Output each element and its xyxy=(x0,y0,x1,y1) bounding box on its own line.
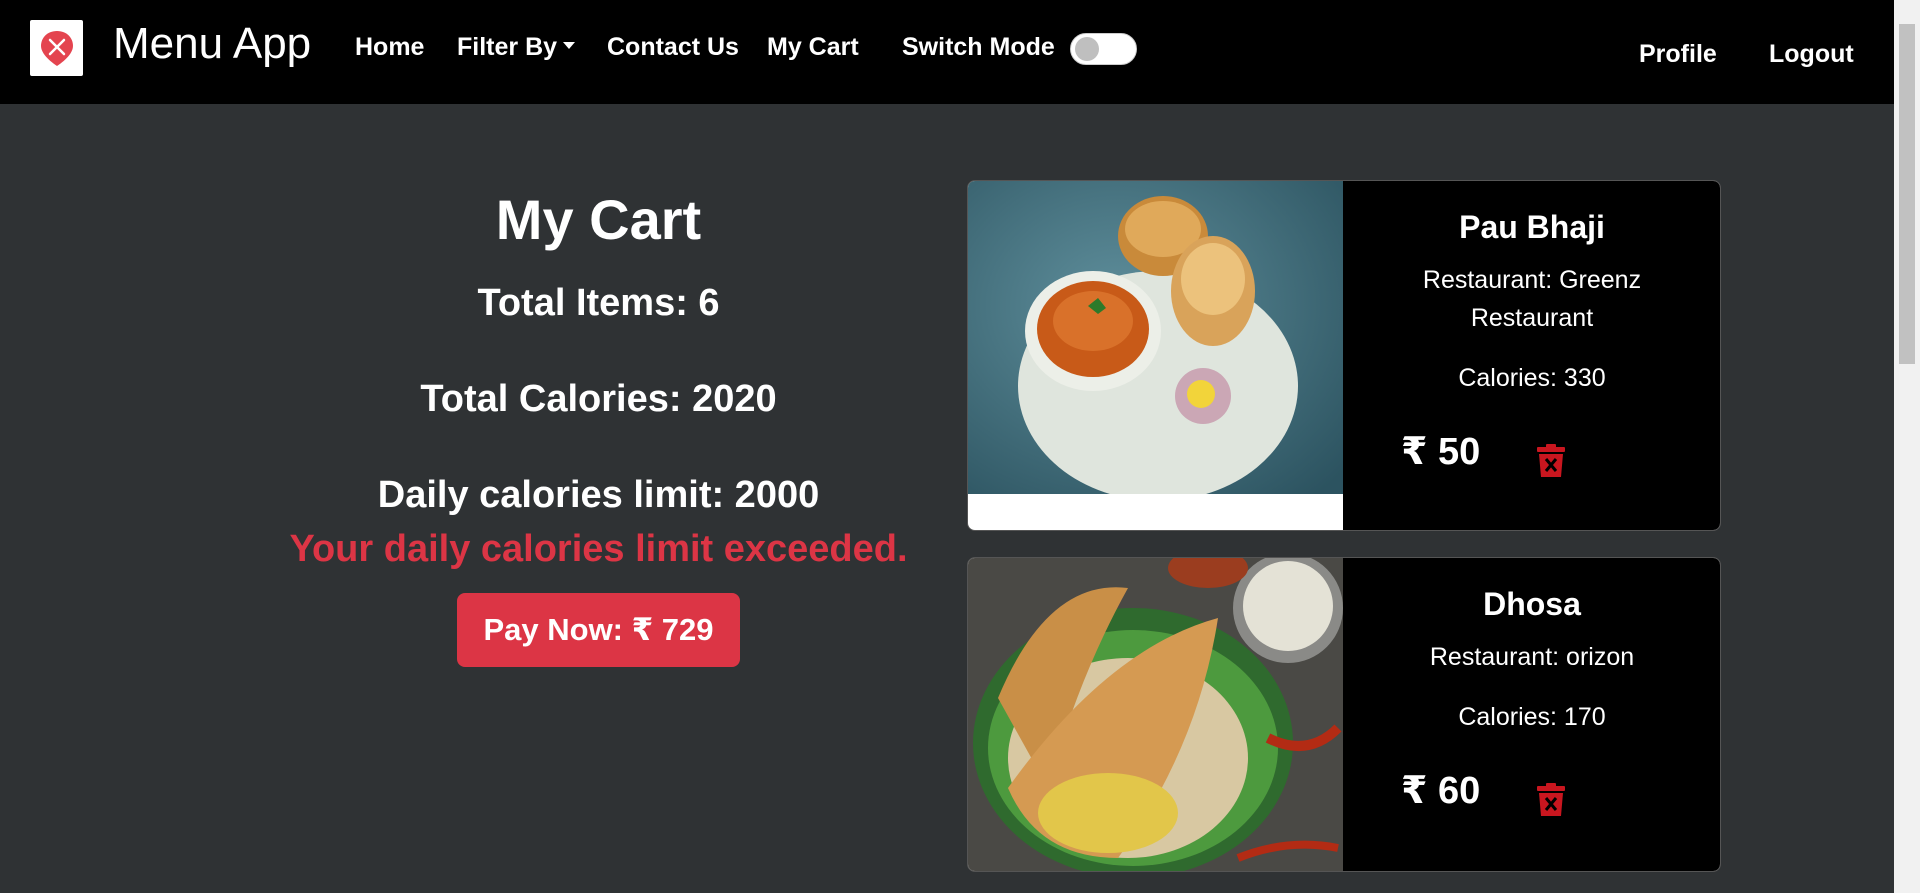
pay-now-button[interactable]: Pay Now: ₹ 729 xyxy=(457,593,740,667)
cart-item-card: Dhosa Restaurant: orizon Calories: 170 ₹… xyxy=(967,557,1721,872)
pav-bhaji-photo xyxy=(968,181,1343,494)
item-price: ₹ 60 xyxy=(1401,770,1481,812)
nav-filter-label: Filter By xyxy=(457,33,558,61)
scrollbar-thumb[interactable] xyxy=(1899,24,1915,364)
switch-mode-toggle[interactable] xyxy=(1070,33,1137,65)
switch-mode-label: Switch Mode xyxy=(902,33,1055,61)
cart-item-info: Dhosa Restaurant: orizon Calories: 170 ₹… xyxy=(1343,558,1720,871)
trash-icon[interactable] xyxy=(1536,783,1566,817)
page-scrollbar[interactable] xyxy=(1894,0,1920,893)
dosa-photo xyxy=(968,558,1343,871)
nav-contact-us[interactable]: Contact Us xyxy=(607,30,739,64)
cart-summary: My Cart Total Items: 6 Total Calories: 2… xyxy=(250,180,947,667)
brand-logo-icon[interactable] xyxy=(30,20,83,76)
page-title: My Cart xyxy=(495,188,702,251)
cart-item-info: Pau Bhaji Restaurant: Greenz Restaurant … xyxy=(1343,181,1720,530)
calories-warning: Your daily calories limit exceeded. xyxy=(289,528,908,570)
item-calories: Calories: 170 xyxy=(1458,703,1606,731)
item-restaurant: Restaurant: Greenz Restaurant xyxy=(1422,266,1642,332)
item-calories: Calories: 330 xyxy=(1458,364,1606,392)
nav-my-cart[interactable]: My Cart xyxy=(767,30,859,64)
toggle-knob xyxy=(1075,37,1099,61)
nav-filter-by[interactable]: Filter By xyxy=(457,30,576,64)
item-restaurant: Restaurant: orizon xyxy=(1429,643,1635,671)
trash-icon[interactable] xyxy=(1536,444,1566,478)
caret-down-icon xyxy=(563,41,576,49)
nav-home[interactable]: Home xyxy=(355,30,424,64)
brand-name[interactable]: Menu App xyxy=(113,18,311,70)
total-items: Total Items: 6 xyxy=(477,282,720,324)
nav-profile[interactable]: Profile xyxy=(1639,37,1717,71)
item-price: ₹ 50 xyxy=(1401,431,1481,473)
item-name: Dhosa xyxy=(1483,586,1581,622)
total-calories: Total Calories: 2020 xyxy=(420,378,777,420)
cart-item-card: Pau Bhaji Restaurant: Greenz Restaurant … xyxy=(967,180,1721,531)
navbar: Menu App Home Filter By Contact Us My Ca… xyxy=(0,0,1894,104)
nav-logout[interactable]: Logout xyxy=(1769,37,1854,71)
daily-calories-limit: Daily calories limit: 2000 xyxy=(377,474,820,516)
item-name: Pau Bhaji xyxy=(1459,209,1605,245)
